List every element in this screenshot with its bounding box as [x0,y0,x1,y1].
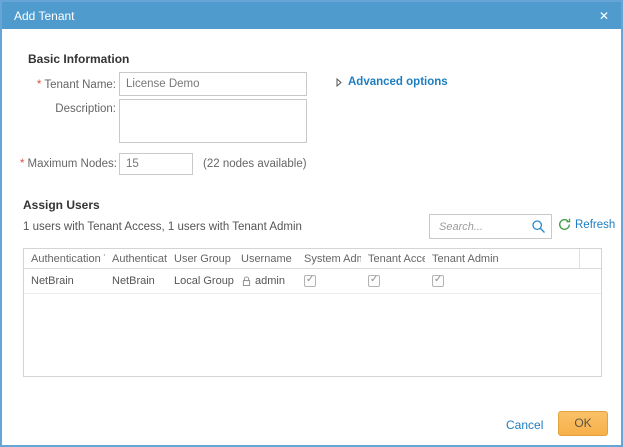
cancel-button[interactable]: Cancel [506,418,543,432]
user-table-row[interactable]: NetBrain NetBrain Local Group admin [24,269,601,294]
basic-information-heading: Basic Information [28,52,129,66]
description-textarea[interactable] [119,99,307,143]
table-header-row: Authentication Type▼ Authentication Se..… [24,249,601,269]
dialog-title: Add Tenant [14,9,75,23]
column-header-user-group[interactable]: User Group [167,249,234,269]
description-label: Description: [20,103,116,115]
tenant-admin-checkbox[interactable] [432,275,444,287]
refresh-button[interactable]: Refresh [558,218,615,231]
cell-user-group: Local Group [167,269,234,294]
add-tenant-dialog: Add Tenant ✕ Basic Information *Tenant N… [0,0,623,447]
dialog-header: Add Tenant ✕ [2,2,621,29]
refresh-label: Refresh [575,219,615,231]
search-input[interactable] [437,220,531,234]
cell-spacer [579,269,601,294]
advanced-options-caret-icon [336,78,342,87]
advanced-options-label: Advanced options [348,76,448,88]
cell-tenant-access [361,269,425,294]
column-header-tenant-admin[interactable]: Tenant Admin [425,249,579,269]
sort-ascending-icon: ▲ [296,256,297,262]
advanced-options-link[interactable]: Advanced options [336,76,448,88]
cell-tenant-admin [425,269,579,294]
description-label-text: Description: [55,103,116,115]
tenant-access-checkbox[interactable] [368,275,380,287]
column-header-authentication-server[interactable]: Authentication Se... [105,249,167,269]
system-admin-checkbox[interactable] [304,275,316,287]
maximum-nodes-label: *Maximum Nodes: [20,158,116,170]
username-text: admin [255,275,285,287]
assign-users-heading: Assign Users [23,198,100,212]
tenant-name-input[interactable] [119,72,307,96]
assigned-users-summary: 1 users with Tenant Access, 1 users with… [23,221,302,233]
maximum-nodes-label-text: Maximum Nodes: [27,158,116,170]
nodes-available-hint: (22 nodes available) [203,158,307,170]
maximum-nodes-input[interactable] [119,153,193,175]
assign-users-table: Authentication Type▼ Authentication Se..… [23,248,602,377]
cell-system-admin [297,269,361,294]
refresh-icon [558,218,571,231]
column-header-authentication-type[interactable]: Authentication Type▼ [24,249,105,269]
search-box [429,214,552,239]
required-asterisk: * [37,79,41,91]
tenant-name-label-text: Tenant Name: [44,79,116,91]
cell-authentication-server: NetBrain [105,269,167,294]
column-header-system-admin[interactable]: System Admin [297,249,361,269]
tenant-name-label: *Tenant Name: [20,79,116,91]
required-asterisk: * [20,158,24,170]
cell-authentication-type: NetBrain [24,269,105,294]
cell-username: admin [234,269,297,294]
column-header-username[interactable]: Username▲ [234,249,297,269]
user-icon [241,276,252,287]
column-header-tenant-access[interactable]: Tenant Access [361,249,425,269]
search-icon[interactable] [531,219,546,234]
close-icon[interactable]: ✕ [599,10,609,22]
column-header-spacer [579,249,601,269]
ok-button[interactable]: OK [558,411,608,436]
